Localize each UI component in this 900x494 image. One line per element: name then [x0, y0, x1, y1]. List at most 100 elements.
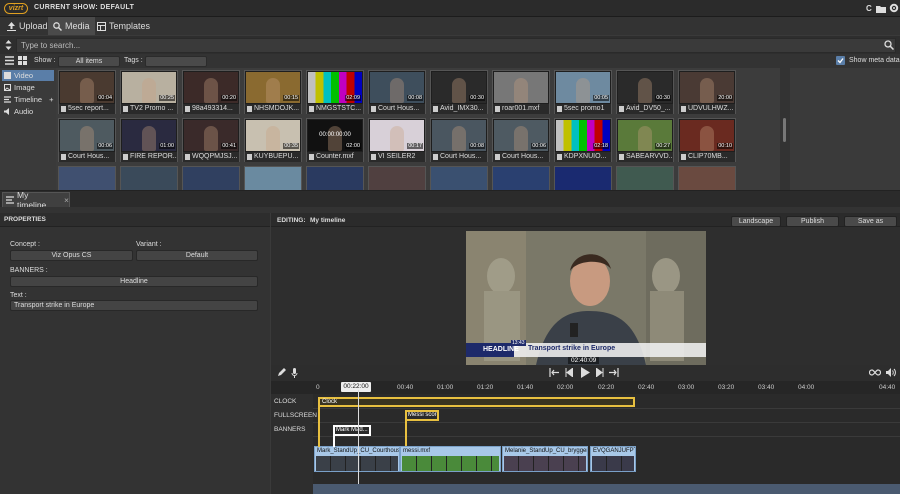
media-thumbnail[interactable]: 01:00 FIRE REPOR...: [120, 118, 178, 162]
media-thumbnail-partial[interactable]: [120, 166, 178, 190]
thumbnail-figure: [452, 78, 466, 103]
thumbnail-figure: [700, 126, 714, 151]
ruler-tick-label: 01:40: [517, 384, 534, 391]
media-thumbnail-partial[interactable]: [58, 166, 116, 190]
media-thumbnail-partial[interactable]: [554, 166, 612, 190]
thumbnail-duration: 00:06: [97, 143, 113, 149]
media-thumbnail[interactable]: 00:06 Court Hous...: [492, 118, 550, 162]
search-input[interactable]: Type to search...: [16, 38, 896, 53]
media-thumbnail[interactable]: 00:17 VI SEILER2: [368, 118, 426, 162]
tab-templates[interactable]: Templates: [92, 17, 155, 35]
nav-item-label: Image: [14, 83, 35, 92]
tab-upload[interactable]: Upload: [2, 17, 53, 35]
playhead-timecode[interactable]: 00:22:00: [341, 382, 371, 392]
thumbnail-caption: Court Hous...: [493, 152, 549, 162]
tab-media[interactable]: Media: [48, 17, 95, 35]
text-label: Text :: [10, 292, 27, 299]
media-thumbnail-partial[interactable]: [492, 166, 550, 190]
step-back-icon[interactable]: [565, 368, 573, 377]
media-thumbnail[interactable]: 00:08 Court Hous...: [430, 118, 488, 162]
video-preview[interactable]: HEADLINE 13:43 Transport strike in Europ…: [466, 231, 706, 365]
video-clip[interactable]: Melanie_StandUp_CU_bryggen...: [502, 446, 588, 472]
pencil-icon[interactable]: [277, 368, 286, 377]
media-thumbnail[interactable]: 20:00 UDVULHWZ...: [678, 70, 736, 114]
media-thumbnail[interactable]: 00:05 5sec promo1: [554, 70, 612, 114]
nav-item-video[interactable]: Video: [2, 70, 54, 81]
play-icon[interactable]: [580, 367, 590, 378]
media-thumbnail[interactable]: 00:20 98a493314...: [182, 70, 240, 114]
gear-icon[interactable]: [889, 3, 899, 13]
text-input[interactable]: Transport strike in Europe: [10, 300, 258, 311]
search-submit-icon[interactable]: [884, 40, 894, 50]
concept-select[interactable]: Viz Opus CS: [10, 250, 133, 261]
media-thumbnail[interactable]: 00:30 Avid_IMX30...: [430, 70, 488, 114]
thumbnail-caption: VI SEILER2: [369, 152, 425, 162]
clip-filmstrip: [592, 456, 634, 471]
grid-view-icon[interactable]: [18, 56, 27, 65]
media-scrollbar[interactable]: [780, 68, 790, 190]
media-thumbnail-partial[interactable]: [306, 166, 364, 190]
mark-in-icon[interactable]: [549, 368, 559, 377]
media-thumbnail[interactable]: 00:00:00:00 02:00 Counter.mxf: [306, 118, 364, 162]
media-thumbnail[interactable]: 02:09 NMGSTSTC...: [306, 70, 364, 114]
media-thumbnail[interactable]: 02:18 KDPXNUIO...: [554, 118, 612, 162]
video-clip[interactable]: messi.mxf: [400, 446, 501, 472]
fullscreen-block[interactable]: Messi scores: [405, 410, 439, 421]
nav-item-timeline[interactable]: Timeline +: [2, 94, 54, 105]
nav-item-audio[interactable]: Audio: [2, 106, 54, 117]
thumbnail-caption: NHSMDOJK...: [245, 104, 301, 114]
thumbnail-caption: NMGSTSTC...: [307, 104, 363, 114]
media-thumbnail[interactable]: 00:10 CLIP70MB...: [678, 118, 736, 162]
list-view-icon[interactable]: [5, 56, 14, 65]
media-thumbnail-partial[interactable]: [182, 166, 240, 190]
media-thumbnail[interactable]: 00:30 Avid_DV50_...: [616, 70, 674, 114]
media-thumbnail[interactable]: 00:15 NHSMDOJK...: [244, 70, 302, 114]
media-thumbnail-partial[interactable]: [368, 166, 426, 190]
show-meta-checkbox[interactable]: [836, 56, 845, 65]
thumbnail-figure: [204, 126, 218, 151]
nav-item-image[interactable]: Image: [2, 82, 54, 93]
clock-block[interactable]: Clock: [318, 397, 635, 407]
show-select[interactable]: All items: [58, 56, 120, 67]
loop-icon[interactable]: [869, 369, 881, 376]
tab-my-timeline[interactable]: My timeline ×: [2, 190, 70, 210]
variant-select[interactable]: Default: [136, 250, 258, 261]
timeline-scrollbar[interactable]: [313, 484, 900, 494]
media-thumbnail[interactable]: 00:04 5sec report...: [58, 70, 116, 114]
video-clip[interactable]: Mark_StandUp_CU_Courthous...: [314, 446, 400, 472]
microphone-icon[interactable]: [291, 368, 298, 378]
thumbnail-duration: 00:08: [469, 143, 485, 149]
clip-label: Mark_StandUp_CU_Courthous...: [315, 447, 399, 456]
volume-icon[interactable]: [886, 368, 896, 377]
add-icon[interactable]: +: [49, 95, 53, 104]
folder-icon[interactable]: [876, 4, 886, 13]
video-clip[interactable]: EVQGANJUFPT...: [590, 446, 636, 472]
media-thumbnail[interactable]: roar001.mxf: [492, 70, 550, 114]
orientation-select[interactable]: Landscape: [731, 216, 781, 227]
media-thumbnail[interactable]: 00:41 WQQPMJSJ...: [182, 118, 240, 162]
banner-block[interactable]: Mark Mad...: [333, 425, 371, 436]
user-initial[interactable]: C: [866, 4, 872, 13]
media-thumbnail-partial[interactable]: [616, 166, 674, 190]
banners-select[interactable]: Headline: [10, 276, 258, 287]
media-thumbnail-partial[interactable]: [244, 166, 302, 190]
tags-select[interactable]: [145, 56, 207, 67]
clip-filmstrip: [402, 456, 499, 471]
publish-button[interactable]: Publish: [786, 216, 839, 227]
media-grid: 00:04 5sec report... 00:25 TV2 Promo ... 00:…: [56, 68, 780, 190]
mark-out-icon[interactable]: [609, 368, 619, 377]
save-as-button[interactable]: Save as: [844, 216, 897, 227]
playhead-line[interactable]: [358, 390, 359, 486]
media-thumbnail[interactable]: 00:35 KUYBUEPU...: [244, 118, 302, 162]
step-forward-icon[interactable]: [596, 368, 604, 377]
media-thumbnail[interactable]: 00:25 TV2 Promo ...: [120, 70, 178, 114]
thumbnail-duration: 20:00: [717, 95, 733, 101]
sort-icon[interactable]: [5, 40, 12, 50]
media-thumbnail-partial[interactable]: [678, 166, 736, 190]
media-thumbnail[interactable]: 00:27 SABEARVVD...: [616, 118, 674, 162]
thumbnail-duration: 02:09: [345, 95, 361, 101]
close-icon[interactable]: ×: [64, 195, 69, 205]
media-thumbnail[interactable]: 00:06 Court Hous...: [58, 118, 116, 162]
media-thumbnail-partial[interactable]: [430, 166, 488, 190]
media-thumbnail[interactable]: 00:08 Court Hous...: [368, 70, 426, 114]
